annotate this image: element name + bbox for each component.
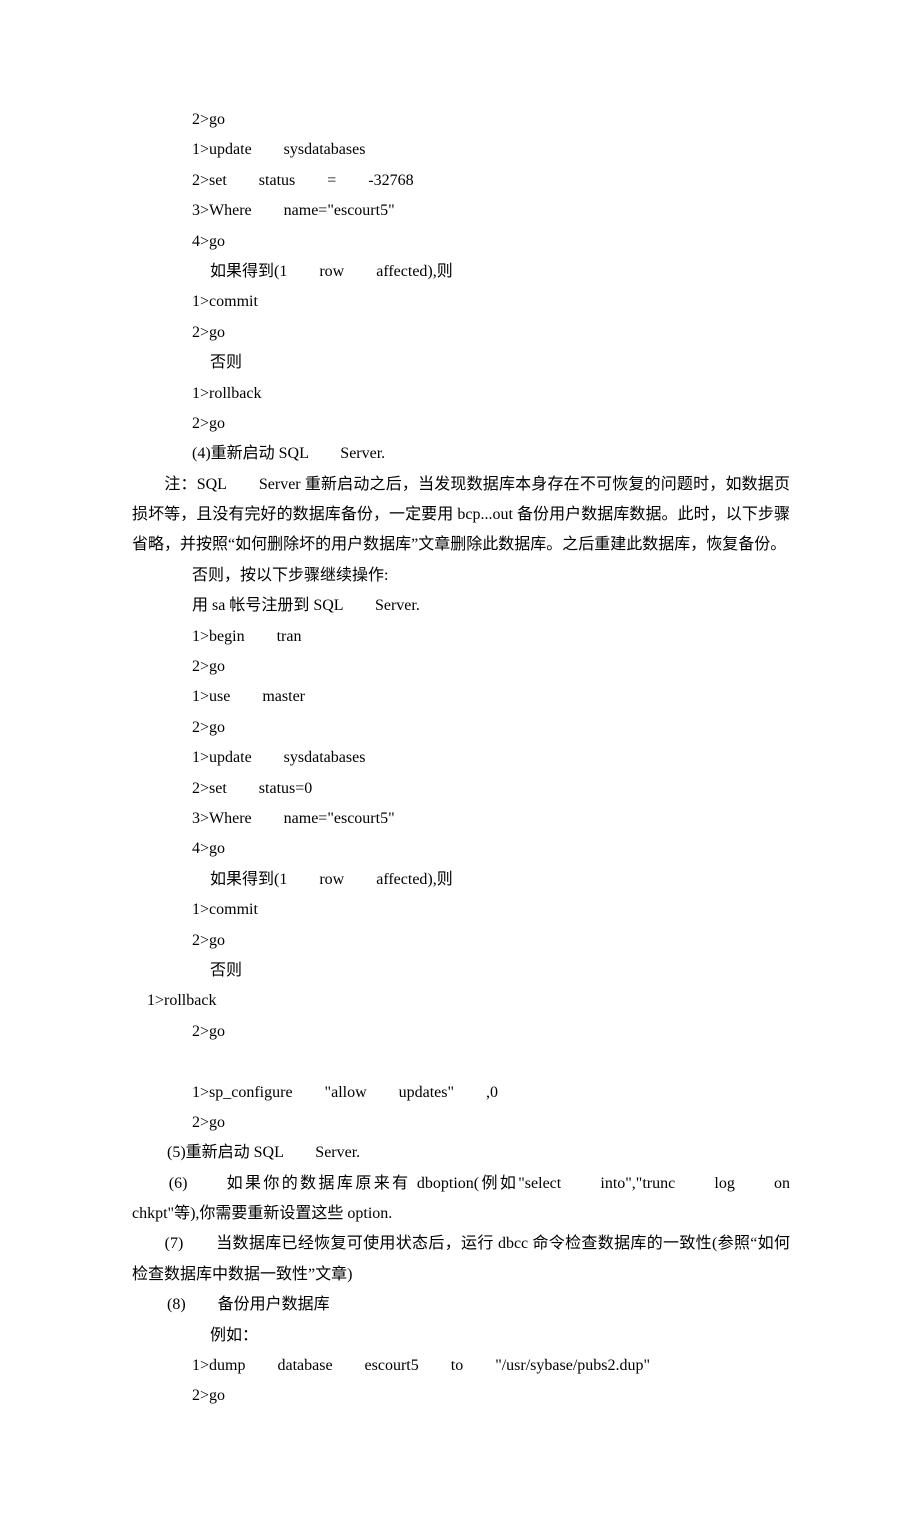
code-line: 3>Where name="escourt5" xyxy=(132,804,790,834)
code-line: 1>sp_configure "allow updates" ,0 xyxy=(132,1078,790,1108)
code-line: 4>go xyxy=(132,227,790,257)
text-line: 否则 xyxy=(132,956,790,986)
step-paragraph: (7) 当数据库已经恢复可使用状态后，运行 dbcc 命令检查数据库的一致性(参… xyxy=(132,1229,790,1290)
code-line: 2>set status=0 xyxy=(132,774,790,804)
code-line: 4>go xyxy=(132,834,790,864)
document-page: 2>go 1>update sysdatabases 2>set status … xyxy=(0,0,920,1517)
text-line: 如果得到(1 row affected),则 xyxy=(132,257,790,287)
code-line: 2>go xyxy=(132,409,790,439)
code-line: 1>rollback xyxy=(132,379,790,409)
step-line: (4)重新启动 SQL Server. xyxy=(132,439,790,469)
code-line: 2>go xyxy=(132,713,790,743)
step-line: (5)重新启动 SQL Server. xyxy=(132,1138,790,1168)
code-line: 1>dump database escourt5 to "/usr/sybase… xyxy=(132,1351,790,1381)
note-paragraph: 注：SQL Server 重新启动之后，当发现数据库本身存在不可恢复的问题时，如… xyxy=(132,470,790,561)
code-line: 2>go xyxy=(132,1108,790,1138)
text-line: 例如： xyxy=(132,1321,790,1351)
code-line: 1>update sysdatabases xyxy=(132,135,790,165)
code-line: 1>update sysdatabases xyxy=(132,743,790,773)
code-line: 2>set status = -32768 xyxy=(132,166,790,196)
code-line: 2>go xyxy=(132,1017,790,1047)
code-line: 2>go xyxy=(132,1381,790,1411)
code-line: 1>rollback xyxy=(132,986,790,1016)
text-line: 否则，按以下步骤继续操作: xyxy=(132,561,790,591)
text-line: 用 sa 帐号注册到 SQL Server. xyxy=(132,591,790,621)
code-line: 2>go xyxy=(132,926,790,956)
code-line: 2>go xyxy=(132,652,790,682)
code-line: 1>commit xyxy=(132,895,790,925)
code-line: 3>Where name="escourt5" xyxy=(132,196,790,226)
code-line: 2>go xyxy=(132,318,790,348)
code-line: 1>begin tran xyxy=(132,622,790,652)
step-line: (8) 备份用户数据库 xyxy=(132,1290,790,1320)
step-paragraph: (6) 如果你的数据库原来有 dboption(例如"select into",… xyxy=(132,1169,790,1230)
text-line: 如果得到(1 row affected),则 xyxy=(132,865,790,895)
code-line: 2>go xyxy=(132,105,790,135)
code-line: 1>use master xyxy=(132,682,790,712)
blank-line xyxy=(132,1047,790,1077)
text-line: 否则 xyxy=(132,348,790,378)
code-line: 1>commit xyxy=(132,287,790,317)
